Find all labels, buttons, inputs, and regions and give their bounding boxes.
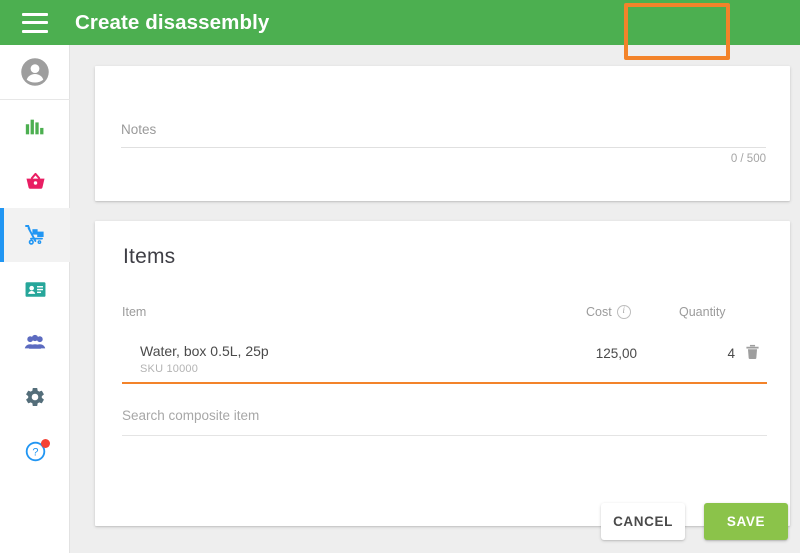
notes-card: Notes 0 / 500 (95, 66, 790, 201)
svg-text:?: ? (32, 446, 38, 458)
sidebar-item-customers[interactable] (0, 316, 70, 370)
search-underline (122, 435, 767, 436)
column-header-cost: Cost i (586, 305, 631, 319)
item-name: Water, box 0.5L, 25p (140, 343, 269, 359)
column-header-item: Item (122, 305, 147, 319)
sidebar-item-reports[interactable] (0, 100, 70, 154)
sidebar-item-settings[interactable] (0, 370, 70, 424)
notes-char-counter: 0 / 500 (730, 153, 766, 165)
search-input[interactable]: Search composite item (122, 406, 767, 426)
item-sku: SKU 10000 (140, 363, 199, 375)
info-circle-icon[interactable]: i (616, 305, 631, 319)
notes-label: Notes (121, 122, 157, 137)
shopping-basket-icon (25, 172, 45, 189)
items-heading: Items (123, 245, 176, 268)
item-row-highlight-underline (122, 382, 767, 384)
column-header-quantity: Quantity (679, 305, 726, 319)
hamburger-line (22, 29, 48, 33)
sidebar-item-employees[interactable] (0, 262, 70, 316)
hand-truck-icon (25, 225, 44, 245)
items-table-header: Item Cost i Quantity (122, 305, 765, 333)
sidebar-item-help[interactable]: ? (0, 424, 70, 478)
app-window: Create disassembly ? Notes 0 / 500 Items… (0, 0, 800, 553)
hamburger-line (22, 21, 48, 24)
notes-underline (121, 147, 766, 148)
notes-field[interactable]: Notes 0 / 500 (121, 120, 766, 165)
save-button[interactable]: SAVE (704, 503, 788, 540)
sidebar-nav: ? (0, 45, 70, 553)
trash-can-icon (746, 344, 759, 359)
content-area: Notes 0 / 500 Items Item Cost i Quantity… (70, 45, 800, 553)
search-composite-item-field[interactable]: Search composite item (122, 406, 767, 436)
footer-actions: CANCEL SAVE (70, 490, 800, 553)
id-card-icon (25, 281, 45, 297)
sidebar-item-avatar[interactable] (0, 45, 70, 100)
items-card: Items Item Cost i Quantity Water, box 0.… (95, 221, 790, 526)
hamburger-menu-icon[interactable] (22, 12, 48, 33)
notification-badge-dot (40, 438, 50, 448)
help-icon-wrapper: ? (24, 438, 50, 463)
sidebar-item-sales[interactable] (0, 154, 70, 208)
gear-icon (26, 388, 44, 406)
delete-item-button[interactable] (744, 342, 761, 367)
people-group-icon (24, 334, 46, 349)
bar-chart-icon (25, 119, 44, 135)
hamburger-line (22, 12, 48, 16)
page-title: Create disassembly (75, 10, 270, 34)
item-quantity[interactable]: 4 (677, 346, 735, 361)
table-row[interactable]: Water, box 0.5L, 25p SKU 10000 125,00 4 (122, 342, 767, 388)
user-avatar-icon (21, 58, 49, 86)
item-cost: 125,00 (595, 346, 637, 361)
sidebar-item-inventory[interactable] (0, 208, 70, 262)
app-bar: Create disassembly (0, 0, 800, 45)
cancel-button[interactable]: CANCEL (601, 503, 685, 540)
column-header-cost-label: Cost (586, 305, 612, 319)
